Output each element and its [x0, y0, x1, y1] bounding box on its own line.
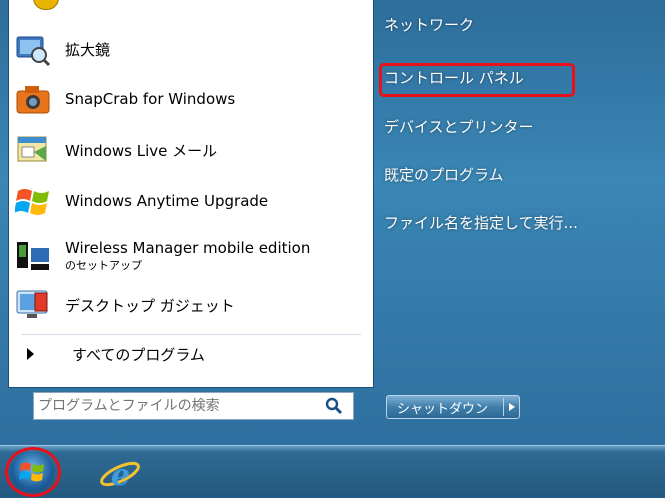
arrow-right-icon — [27, 348, 34, 360]
magnifier-icon — [15, 31, 51, 67]
start-menu: 拡大鏡 SnapCrab for Windows Windows Live メー… — [0, 0, 665, 445]
mail-icon — [15, 132, 51, 168]
program-item-live-mail[interactable]: Windows Live メール — [15, 128, 365, 172]
menu-item-run[interactable]: ファイル名を指定して実行... — [384, 212, 578, 233]
camera-icon — [15, 81, 51, 117]
program-item-gadgets[interactable]: デスクトップ ガジェット — [15, 283, 365, 327]
shutdown-label: シャットダウン — [397, 401, 489, 417]
menu-item-default-programs[interactable]: 既定のプログラム — [384, 164, 504, 185]
shutdown-button[interactable]: シャットダウン — [386, 395, 520, 419]
internet-explorer-icon[interactable]: e — [98, 452, 142, 493]
search-input[interactable] — [34, 394, 323, 418]
search-icon[interactable] — [323, 395, 345, 417]
program-label: Windows Live メール — [65, 141, 218, 160]
program-label: 拡大鏡 — [65, 40, 111, 59]
program-list-pane: 拡大鏡 SnapCrab for Windows Windows Live メー… — [8, 0, 374, 388]
start-button-highlight — [5, 447, 61, 497]
gadget-icon — [15, 287, 51, 323]
program-label: デスクトップ ガジェット — [65, 296, 235, 315]
svg-text:e: e — [111, 458, 130, 492]
program-item-magnifier[interactable]: 拡大鏡 — [15, 27, 365, 71]
program-label: SnapCrab for Windows — [65, 90, 236, 108]
program-label: Windows Anytime Upgrade — [65, 192, 269, 210]
program-item-wireless-manager[interactable]: Wireless Manager mobile edition のセットアップ — [15, 232, 365, 280]
all-programs-label: すべてのプログラム — [72, 345, 205, 364]
windows-flag-icon — [14, 183, 51, 219]
program-label: Wireless Manager mobile edition — [65, 239, 311, 257]
partial-program-icon — [33, 0, 59, 10]
menu-item-network[interactable]: ネットワーク — [384, 14, 474, 35]
all-programs-button[interactable]: すべてのプログラム — [27, 340, 205, 368]
taskbar: e — [0, 445, 665, 498]
wireless-manager-icon — [15, 238, 51, 274]
program-sublabel: のセットアップ — [65, 259, 142, 272]
divider — [21, 334, 361, 335]
menu-item-devices-printers[interactable]: デバイスとプリンター — [384, 116, 534, 137]
program-item-anytime-upgrade[interactable]: Windows Anytime Upgrade — [14, 179, 365, 223]
shutdown-options-button[interactable] — [504, 403, 519, 411]
arrow-right-icon — [508, 403, 515, 411]
search-box[interactable] — [33, 392, 354, 420]
program-item-snapcrab[interactable]: SnapCrab for Windows — [15, 77, 365, 121]
control-panel-highlight — [379, 63, 575, 97]
